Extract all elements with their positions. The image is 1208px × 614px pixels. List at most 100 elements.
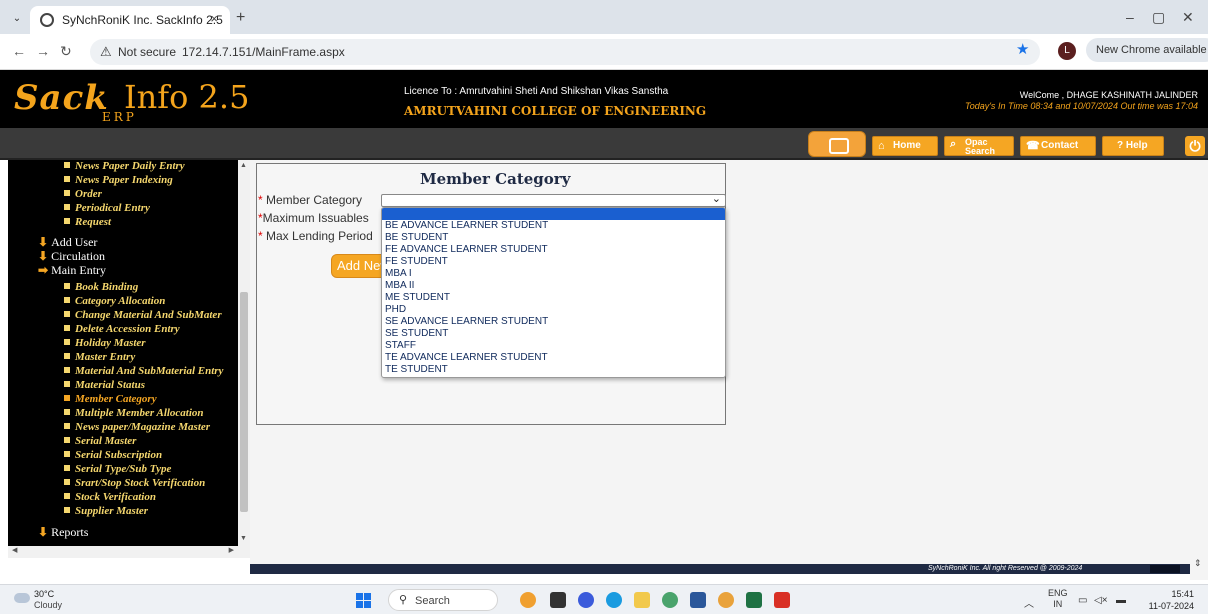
reload-icon[interactable]: ↻ xyxy=(60,43,72,60)
sidebar-item-request[interactable]: Request xyxy=(64,216,111,228)
sidebar-item-material-and-submaterial-entry[interactable]: Material And SubMaterial Entry xyxy=(64,365,223,377)
forward-icon[interactable]: → xyxy=(36,43,50,59)
dropdown-option[interactable]: TE ADVANCE LEARNER STUDENT xyxy=(382,352,725,364)
sidebar-item-periodical-entry[interactable]: Periodical Entry xyxy=(64,202,150,214)
acrobat-icon[interactable] xyxy=(774,592,790,608)
excel-icon[interactable] xyxy=(746,592,762,608)
menu-toggle-icon[interactable] xyxy=(808,131,866,157)
sidebar-item-newspaper-magazine-master[interactable]: News paper/Magazine Master xyxy=(64,421,210,433)
sidebar-head-main-entry[interactable]: ➡ Main Entry xyxy=(38,263,106,278)
sidebar-head-circulation[interactable]: ⬇ Circulation xyxy=(38,249,105,264)
dropdown-option[interactable]: BE ADVANCE LEARNER STUDENT xyxy=(382,220,725,232)
warning-icon[interactable]: ⚠ xyxy=(100,44,112,60)
sidebar-item-change-material[interactable]: Change Material And SubMater xyxy=(64,309,222,321)
word-icon[interactable] xyxy=(690,592,706,608)
taskbar-search[interactable]: ⚲ Search xyxy=(388,589,498,611)
sidebar-item-serial-master[interactable]: Serial Master xyxy=(64,435,136,447)
scroll-left-icon[interactable]: ◀ xyxy=(12,546,17,554)
edge-icon[interactable] xyxy=(606,592,622,608)
help-button[interactable]: ? Help xyxy=(1102,136,1164,156)
sidebar-item-material-status[interactable]: Material Status xyxy=(64,379,145,391)
tab-close-icon[interactable]: × xyxy=(210,11,218,26)
new-tab-button[interactable]: + xyxy=(236,9,245,27)
max-lending-period-label: * Max Lending Period xyxy=(258,229,373,243)
sidebar-item-order[interactable]: Order xyxy=(64,188,102,200)
sidebar-item-news-paper-indexing[interactable]: News Paper Indexing xyxy=(64,174,173,186)
dropdown-option[interactable]: FE STUDENT xyxy=(382,256,725,268)
network-icon[interactable]: ▭ xyxy=(1078,595,1087,606)
sidebar-item-supplier-master[interactable]: Supplier Master xyxy=(64,505,148,517)
dropdown-option[interactable]: PHD xyxy=(382,304,725,316)
dropdown-option[interactable]: SE STUDENT xyxy=(382,328,725,340)
browser-tab[interactable]: SyNchRoniK Inc. SackInfo 2.5 × xyxy=(30,6,230,34)
volume-icon[interactable]: ◁× xyxy=(1094,595,1108,606)
sidebar-vertical-scrollbar[interactable]: ▲ ▼ xyxy=(238,160,250,546)
temperature[interactable]: 30°C xyxy=(34,589,54,599)
scroll-down-icon[interactable]: ▼ xyxy=(240,535,247,542)
minimize-icon[interactable]: – xyxy=(1126,9,1134,25)
restore-icon[interactable]: ▢ xyxy=(1152,9,1165,26)
scrollbar-thumb[interactable] xyxy=(240,292,248,512)
battery-icon[interactable]: ▬ xyxy=(1116,595,1126,606)
profile-avatar[interactable]: L xyxy=(1058,42,1076,60)
dropdown-option[interactable]: MBA I xyxy=(382,268,725,280)
chevron-up-icon[interactable]: ︿ xyxy=(1024,595,1034,610)
address-bar[interactable]: ⚠ Not secure 172.14.7.151/MainFrame.aspx xyxy=(90,39,1040,65)
bookmark-star-icon[interactable]: ★ xyxy=(1016,40,1029,58)
chat-icon[interactable] xyxy=(578,592,594,608)
sidebar-item-book-binding[interactable]: Book Binding xyxy=(64,281,138,293)
member-category-dropdown[interactable]: BE ADVANCE LEARNER STUDENT BE STUDENT FE… xyxy=(381,207,726,378)
maximum-issuables-label: *Maximum Issuables xyxy=(258,211,369,225)
dropdown-option[interactable] xyxy=(382,208,725,220)
scroll-right-icon[interactable]: ▶ xyxy=(229,546,234,554)
sidebar-head-reports[interactable]: ⬇ Reports xyxy=(38,525,88,540)
sidebar-item-serial-subscription[interactable]: Serial Subscription xyxy=(64,449,162,461)
tab-search-dropdown-icon[interactable]: ⌄ xyxy=(8,10,26,28)
opac-search-button[interactable]: ⌕ Opac Search xyxy=(944,136,1014,156)
sidebar-item-member-category[interactable]: Member Category xyxy=(64,393,157,405)
language-indicator[interactable]: ENG IN xyxy=(1048,588,1068,610)
dropdown-option[interactable]: FE ADVANCE LEARNER STUDENT xyxy=(382,244,725,256)
dropdown-option[interactable]: TE STUDENT xyxy=(382,364,725,376)
sidebar-item-category-allocation[interactable]: Category Allocation xyxy=(64,295,165,307)
not-secure-label[interactable]: Not secure xyxy=(118,45,176,59)
sidebar-item-multiple-member-allocation[interactable]: Multiple Member Allocation xyxy=(64,407,204,419)
dropdown-option[interactable]: MBA II xyxy=(382,280,725,292)
file-explorer-icon[interactable] xyxy=(634,592,650,608)
cloud-icon[interactable] xyxy=(14,593,30,603)
sidebar-horizontal-scrollbar[interactable]: ◀ ▶ xyxy=(8,546,250,558)
dropdown-option[interactable]: ME STUDENT xyxy=(382,292,725,304)
weather-condition[interactable]: Cloudy xyxy=(34,600,62,610)
scroll-updown-icon[interactable]: ⇕ xyxy=(1194,558,1202,569)
sidebar-item-delete-accession-entry[interactable]: Delete Accession Entry xyxy=(64,323,180,335)
home-button[interactable]: ⌂ Home xyxy=(872,136,938,156)
dropdown-option[interactable]: BE STUDENT xyxy=(382,232,725,244)
sidebar-item-stock-verification[interactable]: Stock Verification xyxy=(64,491,156,503)
contact-button[interactable]: ☎ Contact xyxy=(1020,136,1096,156)
windows-start-icon[interactable] xyxy=(356,593,371,608)
footer-scroll-thumb[interactable] xyxy=(1150,565,1180,573)
contact-icon: ☎ xyxy=(1026,140,1040,152)
sidebar-item-news-paper-daily-entry[interactable]: News Paper Daily Entry xyxy=(64,160,185,172)
member-category-select[interactable]: ⌄ xyxy=(381,192,726,207)
back-icon[interactable]: ← xyxy=(12,43,26,59)
app-widget-icon[interactable] xyxy=(520,592,536,608)
new-chrome-available-button[interactable]: New Chrome available xyxy=(1086,38,1208,62)
chrome-profile-icon[interactable] xyxy=(718,592,734,608)
task-view-icon[interactable] xyxy=(550,592,566,608)
url-text[interactable]: 172.14.7.151/MainFrame.aspx xyxy=(182,45,345,59)
dropdown-option[interactable]: SE ADVANCE LEARNER STUDENT xyxy=(382,316,725,328)
power-icon[interactable]: ⏻ xyxy=(1185,136,1205,156)
sidebar-item-master-entry[interactable]: Master Entry xyxy=(64,351,135,363)
sidebar-item-holiday-master[interactable]: Holiday Master xyxy=(64,337,146,349)
chevron-down-icon[interactable]: ⌄ xyxy=(712,192,721,205)
close-icon[interactable]: ✕ xyxy=(1182,9,1194,26)
page-scrollbar[interactable]: ⇕ xyxy=(1190,160,1208,580)
sidebar-item-start-stop-stock-verification[interactable]: Srart/Stop Stock Verification xyxy=(64,477,205,489)
sidebar-item-serial-type-sub-type[interactable]: Serial Type/Sub Type xyxy=(64,463,171,475)
sidebar-head-add-user[interactable]: ⬇ Add User xyxy=(38,235,97,250)
chrome-icon[interactable] xyxy=(662,592,678,608)
taskbar-clock[interactable]: 15:41 11-07-2024 xyxy=(1149,588,1194,612)
dropdown-option[interactable]: STAFF xyxy=(382,340,725,352)
scroll-up-icon[interactable]: ▲ xyxy=(240,162,247,169)
